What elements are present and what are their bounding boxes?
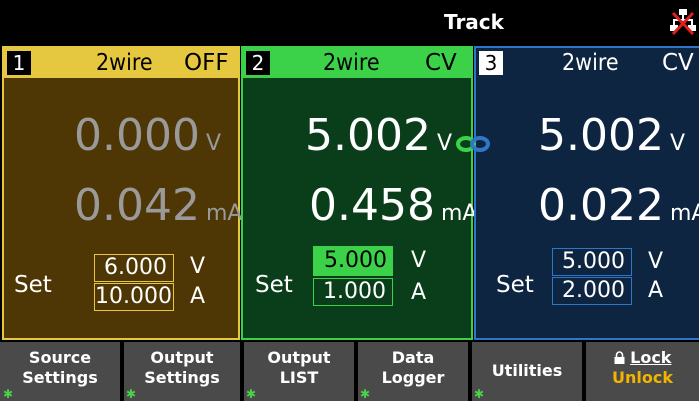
channel-2-set-current[interactable]: 1.000	[313, 278, 393, 306]
output-settings-line1: Output	[150, 348, 214, 367]
padlock-icon	[614, 351, 625, 364]
output-list-line2: LIST	[279, 368, 319, 387]
channel-3-header: 3 2wire CV	[476, 48, 699, 78]
lock-unlock-button[interactable]: Lock Unlock	[586, 342, 699, 401]
channel-2-set-label: Set	[255, 272, 293, 298]
track-link-icon	[456, 136, 490, 152]
utilities-label: Utilities	[491, 361, 563, 380]
network-disconnected-icon	[670, 9, 696, 36]
channel-2-set-voltage[interactable]: 5.000	[313, 246, 393, 276]
channel-3-sense-mode: 2wire	[562, 50, 619, 76]
lock-label: Lock	[630, 348, 672, 367]
channel-1-current-reading: 0.042 mA	[74, 180, 242, 231]
channel-3-panel[interactable]: 3 2wire CV 5.002 V 0.022 mA Set 5.000 2.00…	[474, 46, 699, 340]
softkey-indicator-icon: ✱	[246, 387, 257, 401]
channel-1-number: 1	[7, 51, 31, 75]
softkey-indicator-icon: ✱	[474, 387, 485, 401]
channel-3-current-unit: mA	[669, 201, 699, 226]
channel-3-number: 3	[479, 51, 503, 75]
channel-3-set-voltage[interactable]: 5.000	[552, 248, 632, 276]
data-logger-button[interactable]: Data Logger	[358, 342, 468, 401]
channel-1-set-current-unit: A	[190, 284, 206, 309]
channel-2-voltage-value: 5.002	[305, 110, 431, 161]
channel-3-voltage-unit: V	[669, 131, 686, 156]
channel-2-current-value: 0.458	[309, 180, 435, 231]
channel-2-number: 2	[246, 51, 270, 75]
channel-2-header: 2 2wire CV	[243, 48, 471, 78]
channel-3-set-label: Set	[496, 272, 534, 298]
channel-3-set-current-unit: A	[648, 278, 664, 303]
softkey-bar: Source Settings Output Settings Output L…	[0, 342, 699, 401]
channel-1-current-unit: mA	[205, 201, 243, 226]
source-settings-button[interactable]: Source Settings	[0, 342, 120, 401]
channel-3-set-current[interactable]: 2.000	[552, 277, 632, 305]
output-settings-line2: Settings	[144, 368, 220, 387]
channel-1-voltage-unit: V	[205, 131, 222, 156]
channel-2-voltage-reading: 5.002 V	[305, 110, 452, 161]
channel-1-sense-mode: 2wire	[96, 50, 153, 76]
utilities-button[interactable]: Utilities	[472, 342, 582, 401]
channel-3-status: CV	[662, 50, 694, 76]
channel-2-voltage-unit: V	[436, 131, 453, 156]
source-settings-line2: Settings	[22, 368, 98, 387]
channel-1-voltage-value: 0.000	[74, 110, 200, 161]
channel-3-current-value: 0.022	[538, 180, 664, 231]
channel-1-set-current[interactable]: 10.000	[94, 283, 174, 311]
output-list-button[interactable]: Output LIST	[244, 342, 354, 401]
channel-2-sense-mode: 2wire	[323, 50, 380, 76]
lock-label-row: Lock	[586, 342, 699, 368]
status-bar: Track	[0, 0, 699, 44]
output-list-line1: Output	[267, 348, 331, 367]
softkey-indicator-icon: ✱	[3, 387, 14, 401]
channel-1-set-voltage-unit: V	[190, 254, 206, 279]
channel-2-set-current-unit: A	[411, 280, 427, 305]
softkey-indicator-icon: ✱	[126, 387, 137, 401]
channel-2-current-unit: mA	[440, 201, 478, 226]
source-settings-line1: Source	[28, 348, 92, 367]
channel-3-voltage-value: 5.002	[538, 110, 664, 161]
channel-2-set-voltage-unit: V	[411, 248, 427, 273]
channel-1-current-value: 0.042	[74, 180, 200, 231]
unlock-label: Unlock	[612, 368, 673, 387]
output-settings-button[interactable]: Output Settings	[124, 342, 240, 401]
channel-1-set-voltage[interactable]: 6.000	[94, 254, 174, 282]
channel-1-status: OFF	[184, 50, 229, 76]
channel-2-status: CV	[425, 50, 457, 76]
channel-2-panel[interactable]: 2 2wire CV 5.002 V 0.458 mA Set 5.000 1.00…	[241, 46, 477, 340]
track-label: Track	[444, 10, 504, 34]
softkey-indicator-icon: ✱	[360, 387, 371, 401]
channel-1-panel[interactable]: 1 2wire OFF 0.000 V 0.042 mA Set 6.000 10.…	[2, 46, 242, 340]
channel-3-voltage-reading: 5.002 V	[538, 110, 685, 161]
channel-1-header: 1 2wire OFF	[4, 48, 238, 78]
channel-1-voltage-reading: 0.000 V	[74, 110, 221, 161]
data-logger-line2: Logger	[381, 368, 445, 387]
channel-3-set-voltage-unit: V	[648, 249, 664, 274]
channel-3-current-reading: 0.022 mA	[538, 180, 699, 231]
channel-2-current-reading: 0.458 mA	[309, 180, 477, 231]
data-logger-line1: Data	[391, 348, 435, 367]
channel-1-set-label: Set	[14, 272, 52, 298]
